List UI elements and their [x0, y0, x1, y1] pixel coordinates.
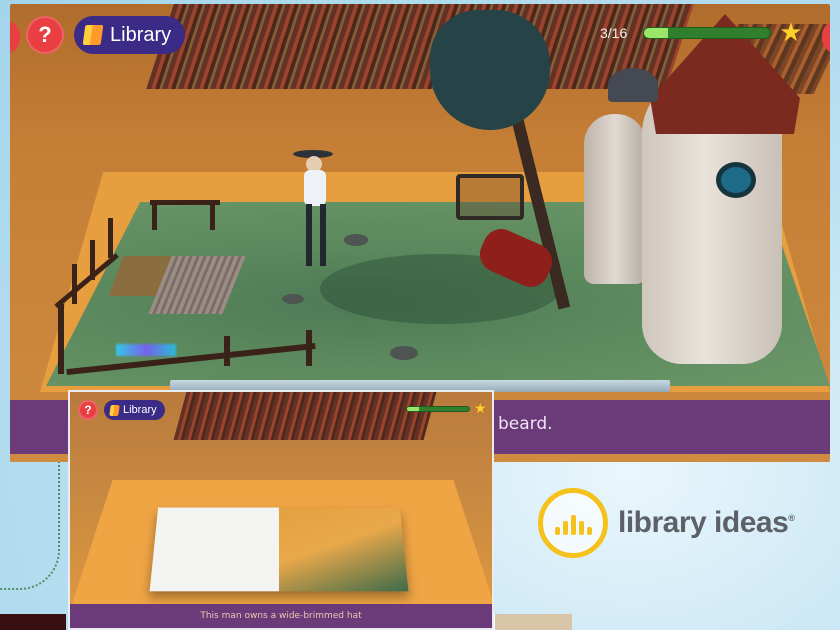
stone — [344, 234, 368, 246]
question-mark-icon: ? — [38, 22, 52, 47]
fence-post — [152, 200, 157, 230]
fence-post — [210, 200, 215, 230]
inset-story-caption: This man owns a wide-brimmed hat — [70, 604, 492, 628]
inset-library-button[interactable]: Library — [104, 400, 165, 420]
inset-help-button[interactable]: ? — [78, 400, 98, 420]
background-corner — [0, 614, 66, 630]
silo-tower[interactable] — [584, 114, 646, 284]
help-button[interactable]: ? — [26, 16, 64, 54]
character-legs — [306, 204, 326, 266]
fence-post — [306, 330, 312, 366]
inset-hud-left: ? Library — [78, 400, 165, 420]
open-storybook[interactable] — [149, 507, 409, 592]
rocking-chair[interactable] — [456, 174, 524, 220]
background-corner — [494, 614, 572, 630]
logo-wordmark: library ideas® — [618, 506, 795, 539]
inset-background-rug — [173, 392, 437, 440]
bowler-hat[interactable] — [608, 68, 658, 102]
book-icon — [109, 404, 120, 416]
progress-count: 3/16 — [600, 25, 628, 41]
fence-post — [72, 264, 77, 304]
round-window — [716, 162, 756, 198]
stone — [390, 346, 418, 360]
inset-library-label: Library — [123, 404, 157, 416]
left-edge-button[interactable] — [10, 20, 20, 54]
fence-post — [108, 218, 113, 258]
decorative-dotted-line — [0, 440, 60, 590]
progress-bar — [643, 27, 772, 39]
fence-post — [224, 336, 230, 366]
progress-bar-fill — [644, 28, 669, 38]
question-mark-icon: ? — [84, 403, 92, 417]
fence-post — [58, 304, 64, 374]
hud-progress: 3/16 ★ — [600, 20, 803, 46]
storybook-illustration-page — [279, 507, 409, 592]
book-icon — [82, 25, 104, 45]
library-button[interactable]: Library — [74, 16, 186, 54]
render-glitch — [116, 344, 176, 356]
inset-hud-progress: ★ — [406, 402, 487, 416]
inset-progress-bar-fill — [407, 407, 419, 411]
star-icon: ★ — [474, 401, 487, 417]
library-label: Library — [110, 23, 172, 46]
hud-left: ? Library — [26, 16, 186, 54]
character-man[interactable] — [304, 170, 326, 206]
library-ideas-logo: library ideas® — [538, 488, 795, 558]
star-icon: ★ — [779, 18, 803, 48]
inset-book-screenshot: ? Library ★ This man owns a wide-brimmed… — [68, 390, 494, 630]
library-ideas-mark-icon — [538, 488, 608, 558]
tree[interactable] — [430, 10, 550, 130]
inset-progress-bar — [406, 406, 470, 412]
stone — [282, 294, 304, 304]
